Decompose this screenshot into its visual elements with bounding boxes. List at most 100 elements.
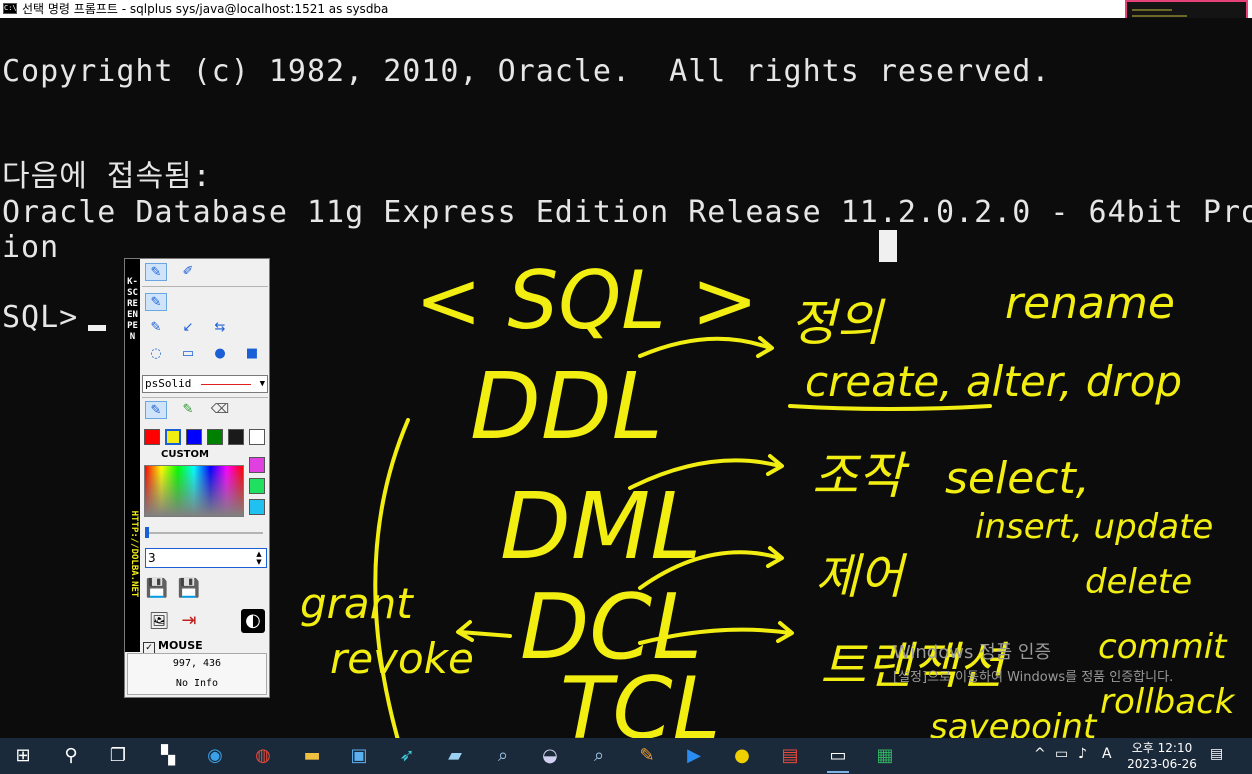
exit-icon[interactable]: ⇥ [177,609,201,633]
app-icon[interactable]: ▤ [775,741,805,771]
save-icon[interactable]: 💾 [145,577,169,601]
line-style-preview [201,384,251,385]
pen-panel-drag-strip[interactable]: K-SCREEN PEN HTTP://DOLBA.NET [125,259,140,652]
info-text: No Info [175,678,219,689]
color-swatch-yellow[interactable] [165,429,181,445]
eraser-icon[interactable]: ⌫ [209,401,231,419]
double-arrow-tool-icon[interactable]: ⇆ [209,319,231,337]
watermark-title: Windows 정품 인증 [893,642,1052,663]
mouse-coordinates: 997, 436 [172,658,222,669]
custom-swatch-green[interactable] [249,478,265,494]
annotation-rollback: rollback [1100,682,1236,722]
notes-icon[interactable]: ▰ [440,741,470,771]
chevron-down-icon: ▼ [259,379,265,389]
highlighter-icon[interactable]: ✎ [177,401,199,419]
file-explorer-icon[interactable]: ▬ [297,741,327,771]
window-title: 선택 명령 프롬프트 - sqlplus sys/java@localhost:… [22,2,389,16]
custom-swatch-cyan[interactable] [249,499,265,515]
freehand-tool-icon[interactable]: ✎ [145,293,167,311]
pen-width-input[interactable]: 3 ▲ ▼ [145,548,267,568]
filled-ellipse-tool-icon[interactable]: ● [209,345,231,363]
color-swatch-blue[interactable] [186,429,202,445]
widgets-icon[interactable]: ▚ [153,741,183,771]
annotation-revoke: revoke [330,634,474,683]
underline-stroke [788,404,992,411]
taskbar: ⊞ ⚲ ❐ ▚ ◉ ◍ ▬ ▣ ➶ ▰ ⌕ ◒ ⌕ ✎ ▶ ● ▤ ▭ ▦ ^ … [0,738,1252,774]
notification-icon[interactable]: ▤ [1210,746,1223,762]
windows-start-icon[interactable]: ⊞ [8,741,38,771]
color-spectrum-picker[interactable] [144,465,244,517]
spinner-icon[interactable]: ▲ ▼ [253,550,265,566]
chrome-icon[interactable]: ◍ [248,741,278,771]
custom-color-label: CUSTOM [161,449,209,460]
annotation-ddl-meaning: 정의 [790,294,886,352]
arrow-tool-icon[interactable]: ↙ [177,319,199,337]
custom-swatch-magenta[interactable] [249,457,265,473]
save-close-icon[interactable]: 💾 [177,577,201,601]
annotation-dcl-meaning: 제어 [815,549,908,605]
terminal-icon[interactable]: ▭ [823,741,853,773]
color-swatch-green[interactable] [207,429,223,445]
annotation-insert-update: insert, update [975,507,1213,547]
magnifier2-icon[interactable]: ⌕ [584,741,614,771]
color-swatch-red[interactable] [144,429,160,445]
annotation-tcl: TCL [560,659,721,738]
ellipse-tool-icon[interactable]: ◌ [145,345,167,363]
kakaotalk-icon[interactable]: ● [727,741,757,771]
annotation-grant: grant [300,579,414,628]
network-icon[interactable]: ▭ [1055,746,1068,762]
eclipse-icon[interactable]: ◒ [535,741,565,771]
pen-icon[interactable]: ✎ [632,741,662,771]
pen-panel-brand: K-SCREEN PEN [127,277,138,342]
annotation-savepoint: savepoint [930,707,1098,738]
volume-icon[interactable]: ♪ [1078,746,1087,762]
color-swatch-black[interactable] [228,429,244,445]
annotation-dml-meaning: 조작 [812,447,910,505]
clock-date: 2023-06-26 [1127,757,1197,771]
annotation-dml: DML [500,473,701,580]
line-tool-icon[interactable]: ✎ [145,319,167,337]
feather-icon[interactable]: ➶ [392,741,422,771]
pen-status-box: 997, 436 No Info [127,653,267,695]
slider-knob[interactable] [145,527,149,538]
pen-icon[interactable]: ✎ [145,401,167,419]
filled-rectangle-tool-icon[interactable]: ■ [241,345,263,363]
divider [142,397,268,398]
taskbar-clock[interactable]: 오후 12:10 2023-06-26 [1124,740,1200,772]
window-title-bar[interactable]: C:\ 선택 명령 프롬프트 - sqlplus sys/java@localh… [0,0,1252,18]
edge-icon[interactable]: ◉ [200,741,230,771]
pen-mode-icon[interactable]: ✎ [145,263,167,281]
annotation-title: < SQL > [415,254,758,347]
pencil-settings-icon[interactable]: ✐ [177,263,199,281]
rectangle-tool-icon[interactable]: ▭ [177,345,199,363]
color-swatch-white[interactable] [249,429,265,445]
line-style-value: psSolid [145,377,192,390]
line-style-select[interactable]: psSolid ▼ [142,375,268,393]
screenshot-icon[interactable]: 🖼 [147,609,171,633]
excel-icon[interactable]: ▦ [870,741,900,771]
screen-pen-panel[interactable]: K-SCREEN PEN HTTP://DOLBA.NET ✎ ✐ ✎ ✎ ↙ … [124,258,270,698]
ime-indicator[interactable]: A [1102,746,1112,762]
search-icon[interactable]: ⚲ [56,741,86,771]
cmd-icon: C:\ [3,3,17,14]
mouse-mode-checkbox[interactable]: ✓ MOUSE [143,639,203,654]
pen-width-value: 3 [148,551,156,565]
mouse-label: MOUSE [158,639,203,652]
annotation-ddl: DDL [470,353,663,460]
watermark-subtitle: [설정]으로 이동하여 Windows를 정품 인증합니다. [893,670,1174,685]
annotation-select: select, [945,453,1090,504]
clock-time: 오후 12:10 [1131,741,1193,755]
pen-width-slider[interactable] [145,527,263,538]
magnifier-icon[interactable]: ⌕ [488,741,518,771]
annotation-delete: delete [1085,562,1192,602]
contrast-toggle-icon[interactable]: ◐ [241,609,265,633]
pen-panel-url[interactable]: HTTP://DOLBA.NET [129,469,139,639]
annotation-ddl-commands: create, alter, drop [805,357,1182,406]
photos-icon[interactable]: ▣ [344,741,374,771]
divider [142,286,268,287]
activation-watermark: Windows 정품 인증 [설정]으로 이동하여 Windows를 정품 인증… [893,638,1173,685]
task-view-icon[interactable]: ❐ [103,741,133,771]
annotation-rename: rename [1005,278,1175,329]
zoom-icon[interactable]: ▶ [679,741,709,771]
tray-overflow-icon[interactable]: ^ [1034,746,1046,762]
